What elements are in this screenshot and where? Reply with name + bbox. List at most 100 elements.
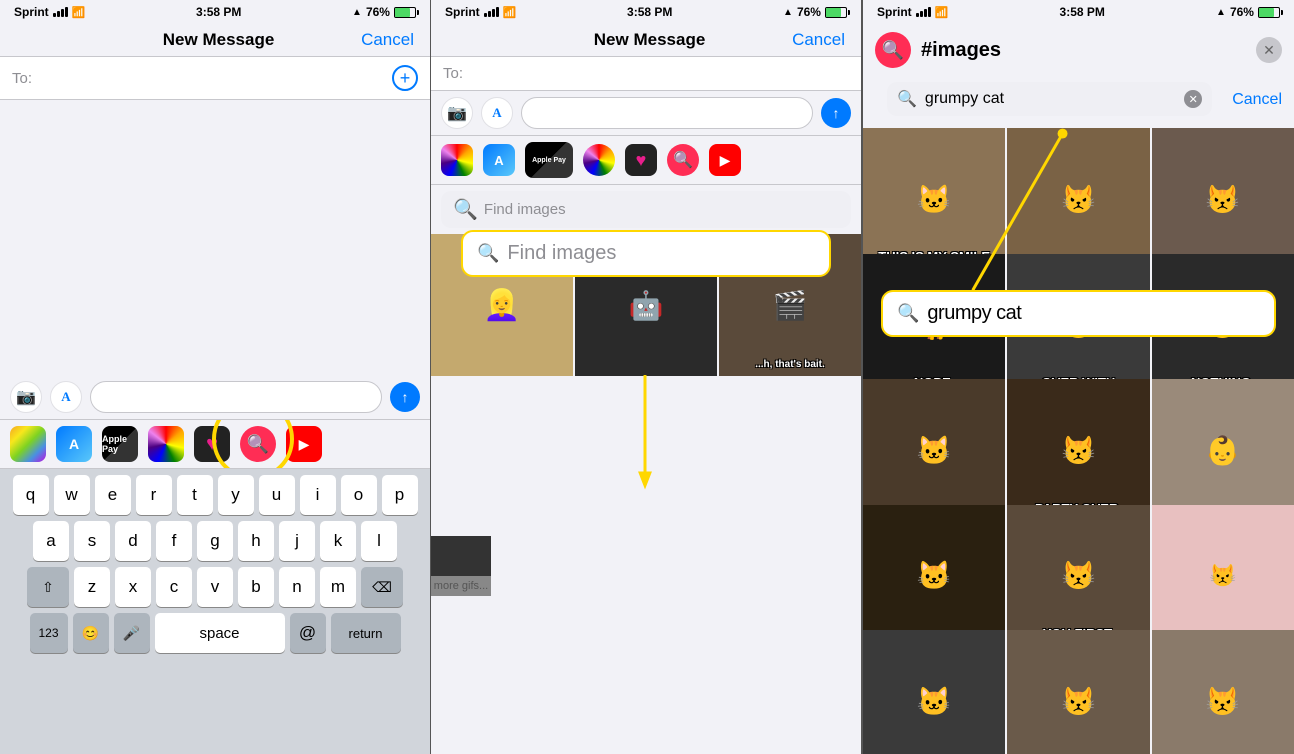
key-x[interactable]: x — [115, 567, 151, 607]
meme-label-13: CUDDLES — [867, 750, 1001, 754]
key-u[interactable]: u — [259, 475, 295, 515]
key-i[interactable]: i — [300, 475, 336, 515]
key-d[interactable]: d — [115, 521, 151, 561]
key-a[interactable]: a — [33, 521, 69, 561]
key-mic[interactable]: 🎤 — [114, 613, 150, 653]
key-space[interactable]: space — [155, 613, 285, 653]
gif-cell-4[interactable]: more gifs... — [431, 536, 491, 596]
status-bar-2: Sprint 📶 3:58 PM ▲ 76% — [431, 0, 861, 22]
grumpy-cell-15[interactable]: 😾 — [1152, 630, 1294, 754]
annotation-search-text-3: grumpy cat — [927, 302, 1021, 325]
youtube-icon-2[interactable]: ▶ — [709, 144, 741, 176]
search-cancel-button-3[interactable]: Cancel — [1232, 91, 1282, 109]
status-right-1: ▲ 76% — [352, 5, 416, 19]
appstore-icon-1[interactable]: A — [56, 426, 92, 462]
p2-signal-bar-2 — [488, 11, 491, 17]
camera-button-2[interactable]: 📷 — [441, 97, 473, 129]
youtube-icon-1[interactable]: ▶ — [286, 426, 322, 462]
key-r[interactable]: r — [136, 475, 172, 515]
hearticon-1[interactable]: ♥ — [194, 426, 230, 462]
message-header-1: New Message Cancel — [0, 22, 430, 56]
key-z[interactable]: z — [74, 567, 110, 607]
cat-face-15: 😾 — [1152, 630, 1294, 754]
key-h[interactable]: h — [238, 521, 274, 561]
memoji-icon-2[interactable] — [583, 144, 615, 176]
grumpy-cell-1[interactable]: 🐱 THIS IS MY SMILE — [863, 128, 1005, 270]
key-p[interactable]: p — [382, 475, 418, 515]
battery-label-3: 76% — [1230, 5, 1254, 19]
cancel-button-2[interactable]: Cancel — [792, 30, 845, 50]
key-row-zxcv: ⇧ z x c v b n m ⌫ — [4, 567, 426, 607]
key-delete[interactable]: ⌫ — [361, 567, 403, 607]
message-text-input-1[interactable] — [90, 381, 382, 413]
key-emoji[interactable]: 😊 — [73, 613, 109, 653]
to-label-1: To: — [12, 70, 32, 87]
applepay-icon-1[interactable]: Apple Pay — [102, 426, 138, 462]
camera-button-1[interactable]: 📷 — [10, 381, 42, 413]
key-f[interactable]: f — [156, 521, 192, 561]
grumpy-cell-14[interactable]: 😾 I GOT PETTED ONCE — [1007, 630, 1149, 754]
key-return[interactable]: return — [331, 613, 401, 653]
grumpy-cell-13[interactable]: 🐱 CUDDLES — [863, 630, 1005, 754]
signal-bar-2 — [57, 11, 60, 17]
images-close-button-3[interactable]: ✕ — [1256, 37, 1282, 63]
grumpy-cell-11[interactable]: 😾 YOU FIRST. — [1007, 505, 1149, 647]
grumpy-cell-2[interactable]: 😾 — [1007, 128, 1149, 270]
key-y[interactable]: y — [218, 475, 254, 515]
grumpy-cell-9[interactable]: 👶 — [1152, 379, 1294, 521]
key-q[interactable]: q — [13, 475, 49, 515]
gif-grid-2: 👱‍♀️ 🤖 🎬 ...h, that's bait. more gifs... — [431, 234, 861, 754]
key-at[interactable]: @ — [290, 613, 326, 653]
grumpy-cell-7[interactable]: 🐱 — [863, 379, 1005, 521]
key-k[interactable]: k — [320, 521, 356, 561]
p3-signal-bar-1 — [916, 13, 919, 17]
heart-icon-2[interactable]: ♥ — [625, 144, 657, 176]
key-l[interactable]: l — [361, 521, 397, 561]
app-store-button-1[interactable]: A — [50, 381, 82, 413]
find-images-placeholder-2: Find images — [484, 201, 566, 218]
time-label-1: 3:58 PM — [196, 5, 241, 19]
key-s[interactable]: s — [74, 521, 110, 561]
key-n[interactable]: n — [279, 567, 315, 607]
keyboard-1: q w e r t y u i o p a s d f g h j k l — [0, 469, 430, 754]
cancel-button-1[interactable]: Cancel — [361, 30, 414, 50]
search-bar-3[interactable]: 🔍 grumpy cat ✕ — [887, 82, 1212, 116]
grumpy-cell-12[interactable]: 😾 — [1152, 505, 1294, 647]
message-input-area-2: 📷 A ↑ — [431, 91, 861, 135]
images-title-3: #images — [921, 39, 1246, 62]
grumpy-cell-10[interactable]: 🐱 ATH TO AMERIC — [863, 505, 1005, 647]
grumpy-cell-8[interactable]: 😾 PARTY OVER. — [1007, 379, 1149, 521]
find-images-bar-2[interactable]: 🔍 Find images — [441, 191, 851, 228]
message-text-input-2[interactable] — [521, 97, 813, 129]
appstore-icon-2[interactable]: A — [483, 144, 515, 176]
key-o[interactable]: o — [341, 475, 377, 515]
grumpy-cat-grid-3: 🐱 THIS IS MY SMILE 😾 😾 🐈 NOPE. 😾 OVER WI… — [863, 128, 1294, 754]
send-button-2[interactable]: ↑ — [821, 98, 851, 128]
images-app-icon-1[interactable]: 🔍 — [240, 426, 276, 462]
photos-app-icon-1[interactable] — [10, 426, 46, 462]
search-input-3[interactable]: grumpy cat — [925, 90, 1176, 108]
key-t[interactable]: t — [177, 475, 213, 515]
key-g[interactable]: g — [197, 521, 233, 561]
key-w[interactable]: w — [54, 475, 90, 515]
key-v[interactable]: v — [197, 567, 233, 607]
images-icon-2[interactable]: 🔍 — [667, 144, 699, 176]
app-store-button-2[interactable]: A — [481, 97, 513, 129]
status-left-2: Sprint 📶 — [445, 5, 516, 19]
key-m[interactable]: m — [320, 567, 356, 607]
key-shift[interactable]: ⇧ — [27, 567, 69, 607]
key-c[interactable]: c — [156, 567, 192, 607]
grumpy-cell-3[interactable]: 😾 — [1152, 128, 1294, 270]
key-b[interactable]: b — [238, 567, 274, 607]
add-recipient-button-1[interactable]: + — [392, 65, 418, 91]
send-button-1[interactable]: ↑ — [390, 382, 420, 412]
memoji-icon-1[interactable] — [148, 426, 184, 462]
key-j[interactable]: j — [279, 521, 315, 561]
signal-bar-1 — [53, 13, 56, 17]
key-123[interactable]: 123 — [30, 613, 68, 653]
applepay-icon-2[interactable]: Apple Pay — [525, 142, 573, 178]
search-clear-button-3[interactable]: ✕ — [1184, 90, 1202, 108]
key-e[interactable]: e — [95, 475, 131, 515]
app-row-1: A Apple Pay ♥ 🔍 ▶ — [0, 419, 430, 469]
photos-icon-2[interactable] — [441, 144, 473, 176]
